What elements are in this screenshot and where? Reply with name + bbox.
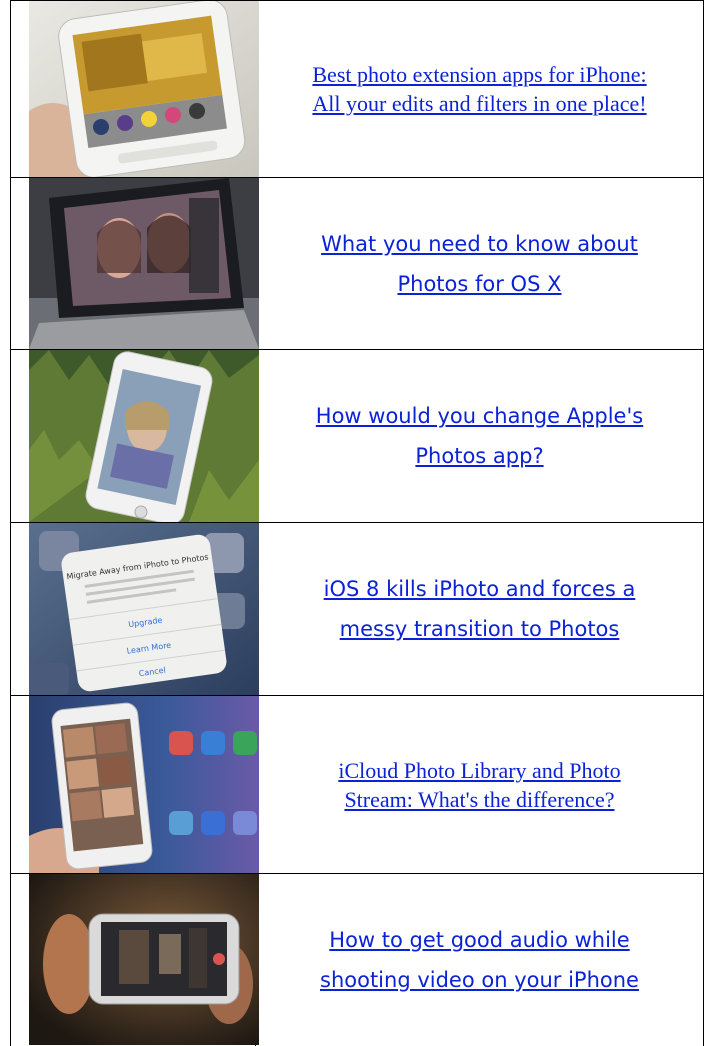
article-title-line1: Best photo extension apps for iPhone:	[312, 62, 647, 87]
related-articles-table: Best photo extension apps for iPhone: Al…	[10, 0, 704, 1046]
thumbnail-cell	[10, 0, 259, 178]
article-title-line2: shooting video on your iPhone	[320, 967, 639, 992]
article-title-line1: How would you change Apple's	[315, 404, 644, 428]
thumbnail-cell: Migrate Away from iPhoto to Photos Upgra…	[10, 522, 259, 696]
article-title-line1: iCloud Photo Library and Photo	[338, 757, 621, 783]
title-cell: Best photo extension apps for iPhone: Al…	[255, 0, 704, 178]
article-title-line1: How to get good audio while	[329, 927, 630, 952]
thumbnail-cell	[10, 873, 259, 1046]
title-cell: iOS 8 kills iPhoto and forces a messy tr…	[255, 522, 704, 696]
article-row: How would you change Apple's Photos app?	[10, 349, 704, 523]
title-cell: How would you change Apple's Photos app?	[255, 349, 704, 523]
title-cell: What you need to know about Photos for O…	[255, 177, 704, 350]
thumbnail-cell	[10, 349, 259, 523]
iphone-on-grass-thumbnail[interactable]	[29, 350, 259, 522]
iphone-video-recording-thumbnail[interactable]	[29, 874, 259, 1046]
article-title-line2: Photos app?	[415, 444, 544, 468]
article-link[interactable]: iCloud Photo Library and Photo Stream: W…	[338, 756, 620, 814]
article-title-line1: What you need to know about	[321, 231, 638, 256]
article-row: Best photo extension apps for iPhone: Al…	[10, 0, 704, 178]
article-row: iCloud Photo Library and Photo Stream: W…	[10, 695, 704, 874]
article-title-line2: Photos for OS X	[397, 271, 562, 296]
article-row: What you need to know about Photos for O…	[10, 177, 704, 350]
title-cell: How to get good audio while shooting vid…	[255, 873, 704, 1046]
article-row: Migrate Away from iPhoto to Photos Upgra…	[10, 522, 704, 696]
article-title-line2: Stream: What's the difference?	[344, 786, 615, 812]
thumbnail-cell	[10, 177, 259, 350]
iphone-photo-extensions-thumbnail[interactable]	[29, 1, 259, 177]
title-cell: iCloud Photo Library and Photo Stream: W…	[255, 695, 704, 874]
article-list-page: Best photo extension apps for iPhone: Al…	[0, 0, 704, 1046]
macbook-photos-thumbnail[interactable]	[29, 178, 259, 349]
ipad-migrate-dialog-thumbnail[interactable]: Migrate Away from iPhoto to Photos Upgra…	[29, 523, 259, 695]
article-link[interactable]: Best photo extension apps for iPhone: Al…	[312, 60, 646, 118]
article-link[interactable]: How would you change Apple's Photos app?	[316, 396, 643, 476]
article-link[interactable]: What you need to know about Photos for O…	[321, 224, 638, 304]
article-link[interactable]: How to get good audio while shooting vid…	[320, 920, 639, 1000]
thumbnail-cell	[10, 695, 259, 874]
iphone-icloud-library-thumbnail[interactable]	[29, 696, 259, 873]
article-title-line1: iOS 8 kills iPhoto and forces a	[323, 577, 636, 601]
article-title-line2: All your edits and filters in one place!	[312, 91, 647, 116]
article-row: How to get good audio while shooting vid…	[10, 873, 704, 1046]
article-title-line2: messy transition to Photos	[339, 617, 620, 641]
article-link[interactable]: iOS 8 kills iPhoto and forces a messy tr…	[324, 569, 636, 649]
